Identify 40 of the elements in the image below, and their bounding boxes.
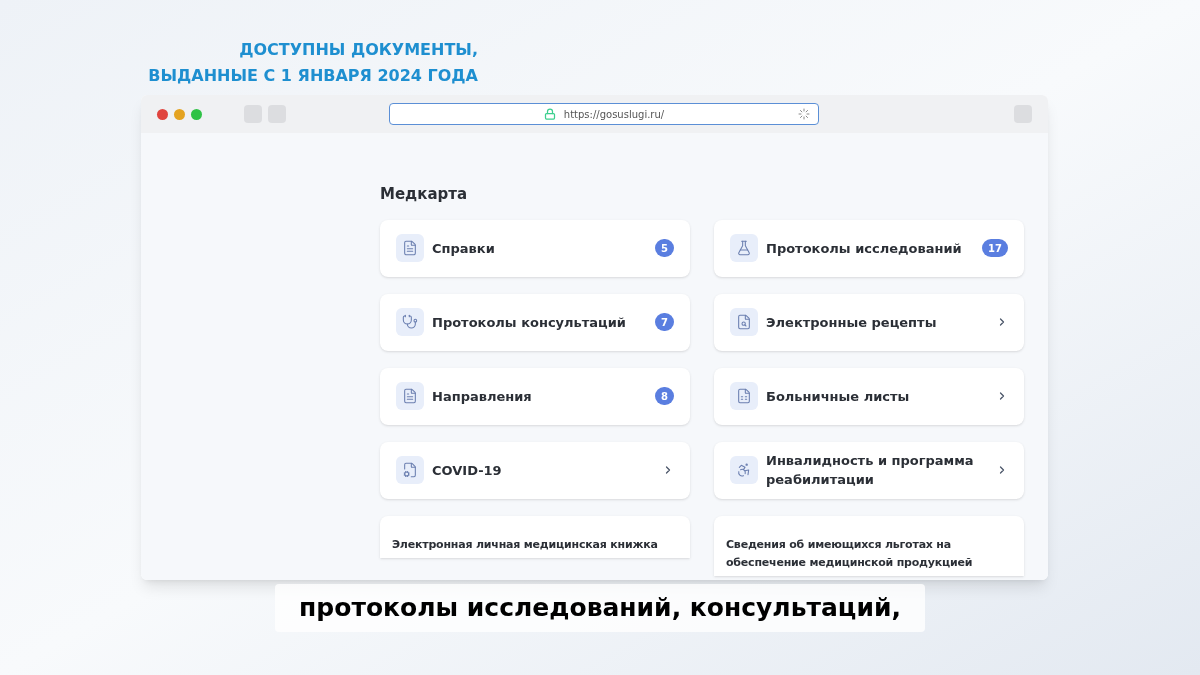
- menu-card[interactable]: Электронная личная медицинская книжка: [380, 515, 690, 558]
- subtitle: протоколы исследований, консультаций,: [275, 584, 925, 632]
- caption-line: ДОСТУПНЫ ДОКУМЕНТЫ,: [239, 39, 478, 61]
- address-bar[interactable]: https://gosuslugi.ru/: [389, 103, 819, 125]
- count-badge: 8: [655, 387, 674, 405]
- document-icon: [396, 382, 424, 410]
- count-badge: 5: [655, 239, 674, 257]
- card-title: Сведения об имеющихся льготах на обеспечение медицинской продукцией: [726, 536, 974, 571]
- card-title: Больничные листы: [766, 387, 911, 406]
- menu-card[interactable]: Протоколы консультаций 7: [380, 293, 690, 351]
- card-title: Справки: [432, 239, 496, 258]
- menu-card[interactable]: COVID-19: [380, 441, 690, 499]
- menu-card[interactable]: Протоколы исследований 17: [714, 219, 1024, 277]
- loading-icon: [798, 108, 810, 120]
- menu-card[interactable]: Инвалидность и программа реабилитации: [714, 441, 1024, 499]
- menu-card[interactable]: Справки 5: [380, 219, 690, 277]
- card-title: Направления: [432, 387, 533, 406]
- card-title: Инвалидность и программа реабилитации: [766, 452, 975, 489]
- stethoscope-icon: [396, 308, 424, 336]
- url-text: https://gosuslugi.ru/: [563, 107, 665, 122]
- lock-icon: [543, 108, 556, 120]
- card-title: Электронные рецепты: [766, 313, 938, 332]
- document-icon: [396, 234, 424, 262]
- menu-card[interactable]: Направления 8: [380, 367, 690, 425]
- caption-line: ВЫДАННЫЕ С 1 ЯНВАРЯ 2024 ГОДА: [148, 65, 478, 87]
- card-title: Протоколы консультаций: [432, 313, 627, 332]
- document-gear-icon: [396, 456, 424, 484]
- card-title: COVID-19: [432, 461, 503, 480]
- document-search-icon: [730, 308, 758, 336]
- menu-card[interactable]: Электронные рецепты: [714, 293, 1024, 351]
- card-title: Протоколы исследований: [766, 239, 963, 258]
- count-badge: 7: [655, 313, 674, 331]
- document-icon: [730, 382, 758, 410]
- card-title: Электронная личная медицинская книжка: [392, 536, 659, 553]
- wheelchair-icon: [730, 456, 758, 484]
- section-title: Медкарта: [380, 184, 469, 205]
- menu-card[interactable]: Больничные листы: [714, 367, 1024, 425]
- count-badge: 17: [982, 239, 1008, 257]
- menu-card[interactable]: Сведения об имеющихся льготах на обеспечение медицинской продукцией: [714, 515, 1024, 576]
- flask-icon: [730, 234, 758, 262]
